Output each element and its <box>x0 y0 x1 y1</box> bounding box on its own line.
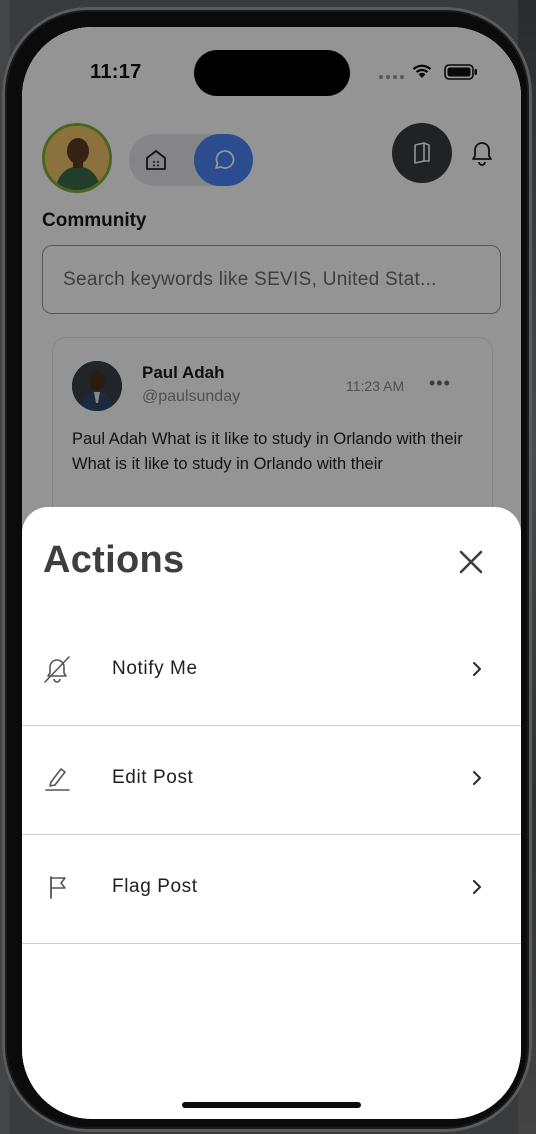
action-notify-me[interactable]: Notify Me <box>22 617 521 726</box>
action-flag-post[interactable]: Flag Post <box>22 835 521 944</box>
action-label: Notify Me <box>112 658 198 679</box>
close-icon <box>459 550 483 574</box>
action-label: Flag Post <box>112 876 198 897</box>
phone-frame: 11:17 Community Search keywords like SEV… <box>2 7 532 1132</box>
home-indicator[interactable] <box>182 1102 361 1108</box>
chevron-right-icon <box>468 658 486 680</box>
bell-off-icon <box>42 654 72 684</box>
action-edit-post[interactable]: Edit Post <box>22 726 521 835</box>
pencil-icon <box>42 763 72 793</box>
close-button[interactable] <box>454 545 488 579</box>
action-label: Edit Post <box>112 767 194 788</box>
chevron-right-icon <box>468 767 486 789</box>
actions-sheet: Actions Notify Me Edit Post Flag Post <box>22 507 521 1119</box>
screen: 11:17 Community Search keywords like SEV… <box>22 27 521 1119</box>
flag-icon <box>42 872 72 902</box>
sheet-title: Actions <box>43 539 185 581</box>
chevron-right-icon <box>468 876 486 898</box>
